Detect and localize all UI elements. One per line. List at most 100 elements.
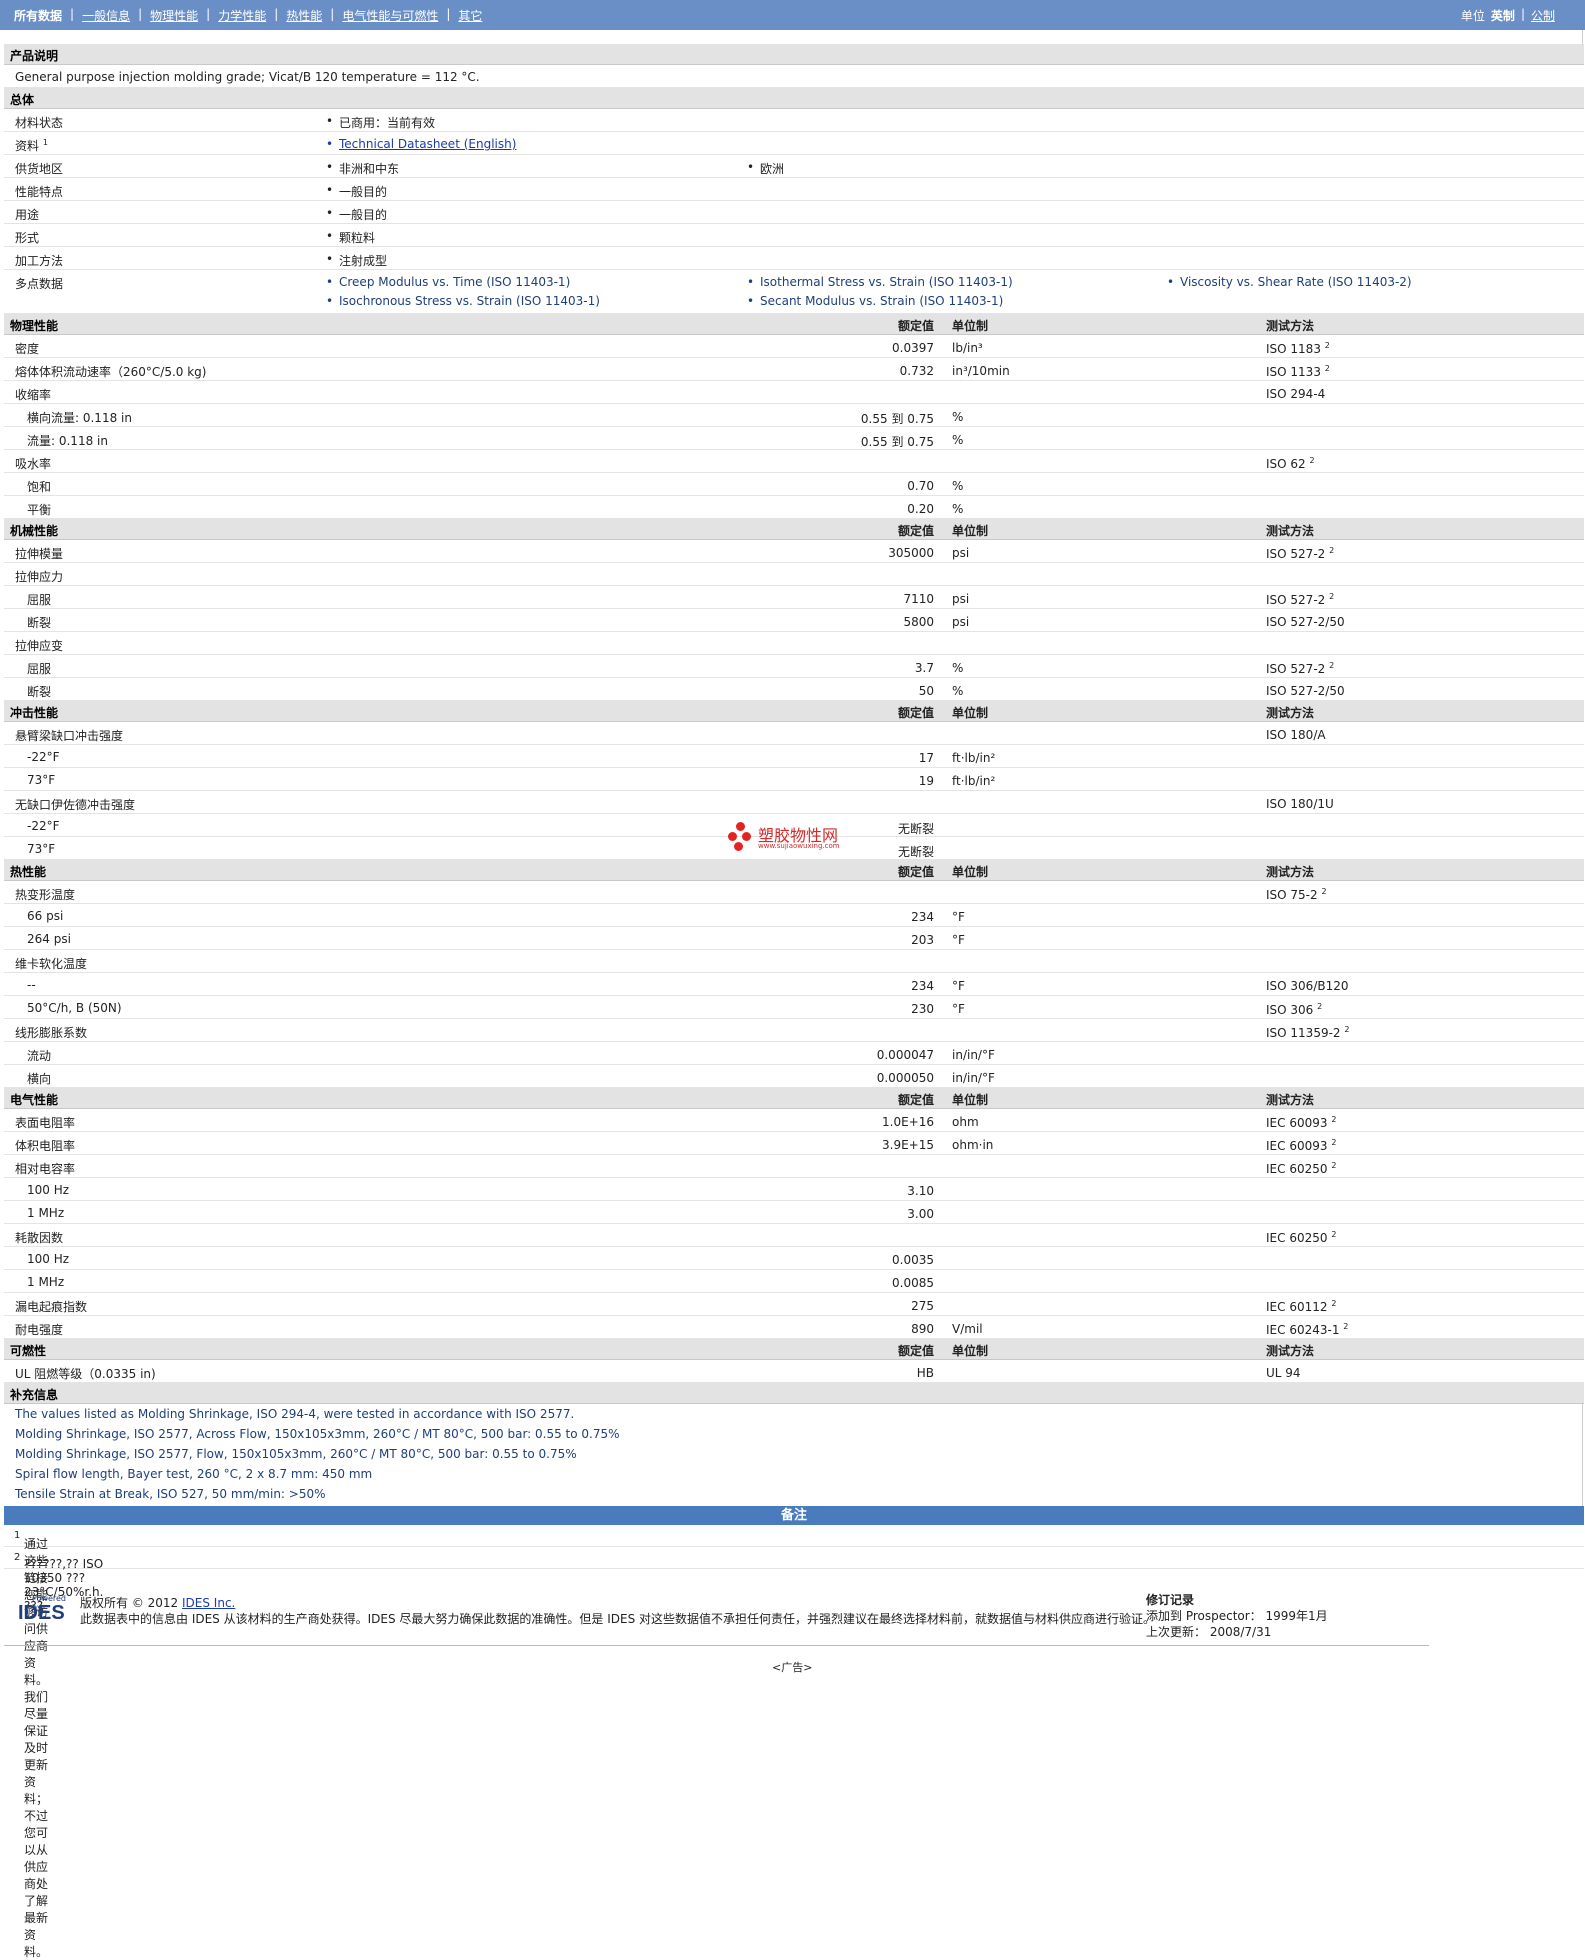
section-header: 电气性能 额定值 单位制 测试方法	[4, 1088, 1584, 1109]
property-label: 屈服	[27, 593, 52, 607]
test-method: ISO 527-2 2	[1266, 592, 1335, 607]
col-value-header: 额定值	[897, 706, 934, 720]
property-value: 3.00	[907, 1207, 934, 1221]
section-title: 产品说明	[10, 49, 59, 63]
property-row: 100 Hz 3.10	[4, 1178, 1584, 1201]
property-row: 体积电阻率 3.9E+15 ohm·in IEC 60093 2	[4, 1132, 1584, 1155]
unit-switch: 单位 英制 | 公制	[1460, 7, 1555, 24]
datasheet-link[interactable]: Isochronous Stress vs. Strain (ISO 11403…	[326, 294, 600, 308]
property-unit: in/in/°F	[952, 1071, 995, 1085]
datasheet-link[interactable]: Secant Modulus vs. Strain (ISO 11403-1)	[747, 294, 1003, 308]
col-test-header: 测试方法	[1266, 319, 1315, 333]
property-row: 悬臂梁缺口冲击强度 ISO 180/A	[4, 722, 1584, 745]
tab-0[interactable]: 所有数据	[14, 7, 62, 24]
property-value: 无断裂	[897, 845, 934, 859]
property-unit: °F	[952, 979, 965, 993]
property-row: 66 psi 234 °F	[4, 904, 1584, 927]
test-method: UL 94	[1266, 1366, 1301, 1380]
property-value: 0.20	[907, 502, 934, 516]
section-title: 总体	[10, 93, 35, 107]
row-label: 多点数据	[15, 277, 64, 291]
col-value-header: 额定值	[897, 319, 934, 333]
col-unit-header: 单位制	[952, 524, 989, 538]
test-method: IEC 60093 2	[1266, 1138, 1337, 1153]
section-title: 电气性能	[10, 1093, 59, 1107]
property-row: -22°F 17 ft·lb/in²	[4, 745, 1584, 768]
property-label: 264 psi	[27, 932, 71, 946]
property-value: 5800	[903, 615, 934, 629]
property-unit: lb/in³	[952, 341, 983, 355]
property-label: -22°F	[27, 750, 60, 764]
unit-english-toggle[interactable]: 英制	[1491, 7, 1515, 24]
section-header: 可燃性 额定值 单位制 测试方法	[4, 1339, 1584, 1360]
ides-logo[interactable]: Powered by IDES	[8, 1594, 74, 1628]
datasheet-link[interactable]: Isothermal Stress vs. Strain (ISO 11403-…	[747, 275, 1013, 289]
property-label: 拉伸应变	[15, 639, 64, 653]
section-title: 热性能	[10, 865, 47, 879]
section-header: 冲击性能 额定值 单位制 测试方法	[4, 701, 1584, 722]
property-row: 表面电阻率 1.0E+16 ohm IEC 60093 2	[4, 1109, 1584, 1132]
datasheet-link[interactable]: Technical Datasheet (English)	[326, 137, 516, 151]
col-unit-header: 单位制	[952, 706, 989, 720]
row-label: 加工方法	[15, 254, 64, 268]
property-unit: °F	[952, 933, 965, 947]
row-label: 性能特点	[15, 185, 64, 199]
unit-metric-toggle[interactable]: 公制	[1531, 7, 1555, 24]
description-text: General purpose injection molding grade;…	[15, 70, 480, 84]
test-method: ISO 527-2/50	[1266, 615, 1345, 629]
ides-link[interactable]: IDES Inc.	[182, 1596, 235, 1610]
datasheet-link[interactable]: Creep Modulus vs. Time (ISO 11403-1)	[326, 275, 570, 289]
row-label: 供货地区	[15, 162, 64, 176]
test-method: IEC 60250 2	[1266, 1230, 1337, 1245]
col-unit-header: 单位制	[952, 319, 989, 333]
property-label: 断裂	[27, 616, 52, 630]
tab-3[interactable]: 力学性能	[218, 7, 266, 24]
tab-5[interactable]: 电气性能与可燃性	[342, 7, 438, 24]
col-value-header: 额定值	[897, 1093, 934, 1107]
revision-title: 修订记录	[1146, 1593, 1195, 1607]
footnote-ref: 2	[1309, 456, 1315, 465]
property-row: 50°C/h, B (50N) 230 °F ISO 306 2	[4, 996, 1584, 1019]
footnote-ref: 2	[1331, 1161, 1337, 1170]
datasheet-link[interactable]: Viscosity vs. Shear Rate (ISO 11403-2)	[1167, 275, 1412, 289]
property-label: 相对电容率	[15, 1162, 76, 1176]
section-header: 物理性能 额定值 单位制 测试方法	[4, 314, 1584, 335]
tab-4[interactable]: 热性能	[286, 7, 322, 24]
footnote-ref: 2	[1331, 1138, 1337, 1147]
product-description: General purpose injection molding grade;…	[4, 65, 1584, 88]
test-method: IEC 60093 2	[1266, 1115, 1337, 1130]
property-value: 0.55 到 0.75	[860, 412, 934, 426]
section-title: 物理性能	[10, 319, 59, 333]
note-number: 2	[14, 1552, 21, 1563]
row-label: 资料 1	[15, 138, 48, 153]
tab-1[interactable]: 一般信息	[82, 7, 130, 24]
property-label: 平衡	[27, 503, 52, 517]
footnote-ref: 2	[1317, 1002, 1323, 1011]
general-row: 用途 一般目的	[4, 201, 1584, 224]
col-test-header: 测试方法	[1266, 1344, 1315, 1358]
property-unit: %	[952, 410, 964, 424]
property-row: 屈服 7110 psi ISO 527-2 2	[4, 586, 1584, 609]
tab-6[interactable]: 其它	[458, 7, 482, 24]
property-value: 234	[911, 910, 934, 924]
footnote-ref: 2	[1331, 1115, 1337, 1124]
property-label: 流量: 0.118 in	[27, 434, 108, 448]
property-row: 横向 0.000050 in/in/°F	[4, 1065, 1584, 1088]
property-label: 横向流量: 0.118 in	[27, 411, 132, 425]
property-label: 吸水率	[15, 457, 52, 471]
bullet-item: 一般目的	[326, 206, 387, 223]
property-row: 平衡 0.20%	[4, 496, 1584, 519]
property-unit: ohm·in	[952, 1138, 994, 1152]
property-value: 0.0085	[892, 1276, 934, 1290]
note-row: 1 通过这些链接您能够访问供应商资料。我们尽量保证及时更新资料；不过您可以从供应…	[4, 1525, 1584, 1959]
general-row: 多点数据 Creep Modulus vs. Time (ISO 11403-1)…	[4, 270, 1584, 314]
tab-2[interactable]: 物理性能	[150, 7, 198, 24]
property-row: 维卡软化温度	[4, 950, 1584, 973]
revision-history: 修订记录 添加到 Prospector： 1999年1月 上次更新： 2008/…	[1146, 1592, 1328, 1640]
note-number: 1	[14, 1530, 21, 1541]
row-label: 材料状态	[15, 116, 64, 130]
property-label: 悬臂梁缺口冲击强度	[15, 729, 124, 743]
tab-separator: |	[206, 7, 211, 21]
property-row: 熔体体积流动速率（260°C/5.0 kg) 0.732 in³/10min ISO …	[4, 358, 1584, 381]
tab-separator: |	[138, 7, 143, 21]
